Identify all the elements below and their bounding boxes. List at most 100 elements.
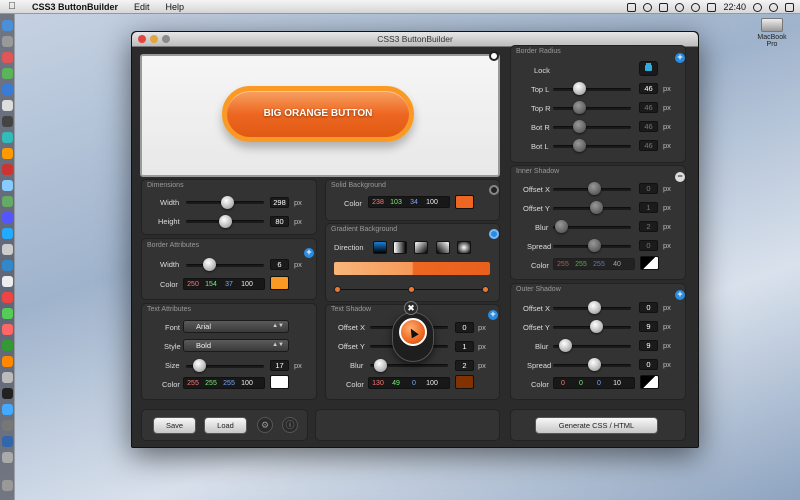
border-width-input[interactable]: 6 [270,259,289,270]
direction-horizontal-button[interactable] [393,241,407,254]
app-icon[interactable] [2,180,13,191]
app-icon[interactable] [2,276,13,287]
sync-icon[interactable] [675,2,685,12]
is-offx-input[interactable]: 0 [639,183,658,194]
app-icon[interactable] [2,452,13,463]
battery-icon[interactable] [627,2,637,12]
app-icon[interactable] [2,372,13,383]
outer-shadow-add-button[interactable]: + [675,290,685,300]
dimensions-height-knob[interactable] [219,215,232,228]
dimensions-width-knob[interactable] [221,196,234,209]
spotlight-icon[interactable] [769,2,778,12]
radius-botl-input[interactable]: 46 [639,140,658,151]
os-blur-knob[interactable] [559,339,572,352]
inner-shadow-remove-button[interactable]: − [675,172,685,182]
is-spread-knob[interactable] [588,239,601,252]
minimize-window-button[interactable] [150,35,158,43]
red-value[interactable]: 130 [369,378,387,388]
is-color-swatch[interactable] [640,256,659,270]
app-icon[interactable] [2,404,13,415]
alpha-value[interactable]: 100 [423,378,441,388]
timemachine-icon[interactable] [643,2,653,12]
dimensions-height-input[interactable]: 80 [270,216,289,227]
app-icon[interactable] [2,292,13,303]
user-icon[interactable] [753,2,762,12]
is-spread-input[interactable]: 0 [639,240,658,251]
app-icon[interactable] [2,308,13,319]
app-icon[interactable] [2,68,13,79]
gradient-preview-bar[interactable] [334,262,490,275]
generate-css-html-button[interactable]: Generate CSS / HTML [535,417,658,434]
finder-icon[interactable] [2,20,13,31]
app-icon[interactable] [2,196,13,207]
blue-value[interactable]: 255 [590,259,608,269]
text-color-rgba[interactable]: 255 255 255 100 [183,377,265,389]
preview-toggle[interactable] [489,51,499,61]
menu-help[interactable]: Help [158,2,193,12]
radius-topr-input[interactable]: 46 [639,102,658,113]
ts-offy-input[interactable]: 1 [455,341,474,352]
load-button[interactable]: Load [204,417,247,434]
direction-diagonal-down-button[interactable] [414,241,428,254]
green-value[interactable]: 49 [387,378,405,388]
app-icon[interactable] [2,52,13,63]
info-icon[interactable]: ⓘ [282,417,298,433]
gradient-stop[interactable] [482,286,489,293]
red-value[interactable]: 255 [184,378,202,388]
desktop-disk[interactable]: MacBook Pro [752,18,792,48]
blue-value[interactable]: 0 [405,378,423,388]
red-value[interactable]: 0 [554,378,572,388]
apple-icon[interactable]:  [0,1,24,12]
ts-offx-input[interactable]: 0 [455,322,474,333]
gradient-stop[interactable] [334,286,341,293]
green-value[interactable]: 255 [572,259,590,269]
app-icon[interactable] [2,340,13,351]
blue-value[interactable]: 37 [220,279,238,289]
app-icon[interactable] [2,388,13,399]
zoom-window-button[interactable] [162,35,170,43]
app-icon[interactable] [2,228,13,239]
os-color-swatch[interactable] [640,375,659,389]
clock[interactable]: 22:40 [723,2,746,12]
app-icon[interactable] [2,100,13,111]
os-blur-input[interactable]: 9 [639,340,658,351]
ts-color-swatch[interactable] [455,375,474,389]
green-value[interactable]: 103 [387,197,405,207]
app-icon[interactable] [2,164,13,175]
menu-edit[interactable]: Edit [126,2,158,12]
is-color-rgba[interactable]: 255 255 255 40 [553,258,635,270]
dropbox-icon[interactable] [659,2,669,12]
alpha-value[interactable]: 40 [608,259,626,269]
radius-botl-knob[interactable] [573,139,586,152]
radius-botl-slider[interactable] [553,145,631,148]
app-icon[interactable] [2,436,13,447]
os-offx-input[interactable]: 0 [639,302,658,313]
direction-diagonal-up-button[interactable] [436,241,450,254]
close-icon[interactable]: ✖ [404,301,418,315]
radius-botr-knob[interactable] [573,120,586,133]
ts-blur-input[interactable]: 2 [455,360,474,371]
dimensions-width-input[interactable]: 298 [270,197,289,208]
os-offy-knob[interactable] [590,320,603,333]
alpha-value[interactable]: 10 [608,378,626,388]
app-icon[interactable] [2,116,13,127]
green-value[interactable]: 255 [202,378,220,388]
red-value[interactable]: 250 [184,279,202,289]
style-select[interactable]: Bold ▲▼ [183,339,289,352]
preview-button[interactable]: BIG ORANGE BUTTON [222,86,414,142]
direction-radial-button[interactable] [457,241,471,254]
blue-value[interactable]: 34 [405,197,423,207]
radius-botr-slider[interactable] [553,126,631,129]
launchpad-icon[interactable] [2,36,13,47]
app-icon[interactable] [2,84,13,95]
close-window-button[interactable] [138,35,146,43]
radius-botr-input[interactable]: 46 [639,121,658,132]
alpha-value[interactable]: 100 [238,279,256,289]
app-icon[interactable] [2,324,13,335]
border-width-knob[interactable] [203,258,216,271]
blue-value[interactable]: 0 [590,378,608,388]
solid-color-rgba[interactable]: 238 103 34 100 [368,196,450,208]
os-offy-input[interactable]: 9 [639,321,658,332]
is-blur-input[interactable]: 2 [639,221,658,232]
is-offy-knob[interactable] [590,201,603,214]
